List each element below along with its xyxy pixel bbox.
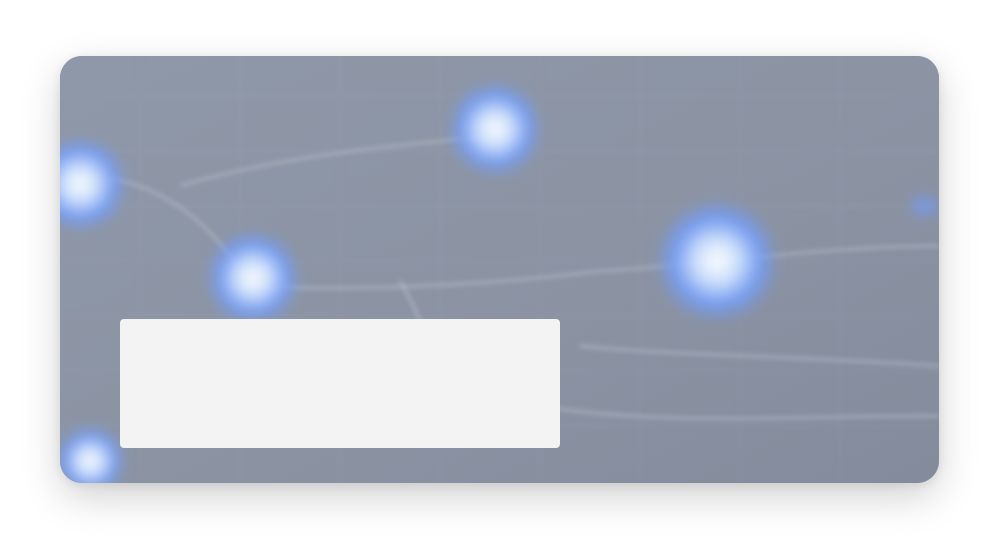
hero-banner-card xyxy=(60,56,939,483)
banner-text-panel xyxy=(120,319,560,448)
